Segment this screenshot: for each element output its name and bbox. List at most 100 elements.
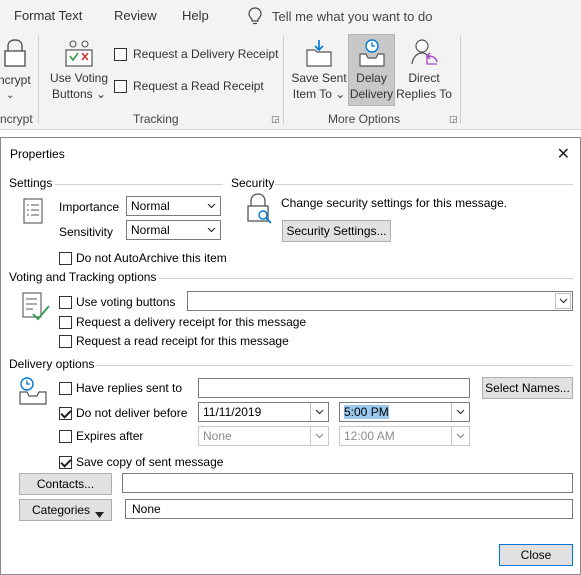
save-sent-label-2: Item To ⌄ — [292, 87, 346, 101]
dialog-launcher-icon[interactable]: ◲ — [449, 114, 458, 125]
ribbon: Format Text Review Help Tell me what you… — [0, 0, 581, 130]
have-replies-checkbox[interactable]: Have replies sent to — [59, 381, 182, 395]
deliver-time-select[interactable]: 5:00 PM — [339, 402, 470, 422]
categories-label: Categories — [32, 503, 91, 517]
importance-label: Importance — [59, 200, 120, 214]
close-button[interactable]: Close — [499, 544, 573, 566]
encrypt-group-label: ncrypt — [0, 112, 33, 126]
tell-me-text: Tell me what you want to do — [272, 8, 433, 24]
security-description: Change security settings for this messag… — [281, 196, 508, 210]
deliver-date-select[interactable]: 11/11/2019 — [198, 402, 329, 422]
read-receipt-checkbox[interactable]: Request a read receipt for this message — [59, 334, 289, 348]
voting-icon — [65, 40, 93, 67]
checkbox-box[interactable] — [59, 334, 72, 348]
save-copy-checkbox[interactable]: Save copy of sent message — [59, 455, 223, 469]
section-divider — [275, 184, 573, 185]
delivery-receipt-checkbox[interactable]: Request a delivery receipt for this mess… — [59, 315, 306, 329]
direct-replies-button[interactable]: Direct Replies To — [396, 38, 452, 102]
section-divider — [159, 278, 573, 279]
save-sent-label-1: Save Sent — [291, 71, 347, 85]
do-not-deliver-before-label: Do not deliver before — [76, 406, 188, 420]
delivery-options-icon — [19, 377, 47, 405]
chevron-down-icon — [202, 197, 220, 215]
chevron-down-icon — [555, 293, 571, 309]
tab-format-text[interactable]: Format Text — [14, 8, 82, 23]
checkbox-box-checked[interactable] — [59, 455, 72, 469]
expires-after-label: Expires after — [76, 429, 144, 443]
use-voting-label-1: Use Voting — [49, 71, 109, 85]
use-voting-label-2: Buttons ⌄ — [51, 87, 107, 101]
chevron-down-icon — [451, 427, 469, 445]
deliver-time-value: 5:00 PM — [344, 405, 389, 419]
expires-date-value: None — [203, 429, 232, 443]
expires-after-checkbox[interactable]: Expires after — [59, 429, 143, 443]
checkbox-box[interactable] — [59, 295, 72, 309]
use-voting-label: Use voting buttons — [76, 295, 176, 309]
more-options-group-label: More Options — [328, 112, 401, 126]
sensitivity-select[interactable]: Normal — [126, 220, 221, 240]
expires-time-select: 12:00 AM — [339, 426, 470, 446]
encrypt-label: ncrypt — [0, 73, 31, 87]
chevron-down-icon — [310, 427, 328, 445]
close-icon[interactable]: ✕ — [557, 144, 570, 164]
settings-list-icon — [23, 198, 43, 224]
security-lock-icon — [247, 193, 272, 224]
use-voting-buttons[interactable]: Use Voting Buttons ⌄ — [48, 38, 110, 102]
have-replies-label: Have replies sent to — [76, 381, 183, 395]
save-sent-item-button[interactable]: Save Sent Item To ⌄ — [291, 38, 347, 102]
replies-to-input[interactable] — [198, 378, 470, 398]
contacts-input[interactable] — [122, 473, 573, 493]
tell-me-search[interactable]: Tell me what you want to do — [248, 7, 432, 25]
voting-options-select[interactable] — [187, 291, 573, 311]
use-voting-checkbox[interactable]: Use voting buttons — [59, 295, 175, 309]
voting-section-title: Voting and Tracking options — [9, 270, 157, 284]
delay-delivery-label-1: Delay — [356, 71, 387, 85]
dialog-title: Properties — [10, 147, 65, 161]
expires-time-value: 12:00 AM — [344, 429, 395, 443]
importance-value: Normal — [131, 199, 170, 213]
checkbox-box[interactable] — [59, 381, 72, 395]
importance-select[interactable]: Normal — [126, 196, 221, 216]
voting-tracking-icon — [22, 292, 50, 321]
categories-input[interactable]: None — [125, 499, 573, 519]
save-sent-folder-icon — [306, 40, 332, 67]
autoarchive-checkbox[interactable]: Do not AutoArchive this item — [59, 251, 227, 265]
autoarchive-label: Do not AutoArchive this item — [76, 251, 227, 265]
chevron-down-icon — [451, 403, 469, 421]
properties-dialog: Properties ✕ Settings Importance Normal … — [0, 137, 581, 575]
encrypt-button[interactable]: ncrypt ⌄ — [0, 38, 32, 101]
lightbulb-icon — [248, 7, 262, 25]
read-receipt-label: Request a read receipt for this message — [76, 334, 289, 348]
delivery-receipt-label: Request a delivery receipt for this mess… — [76, 315, 307, 329]
ribbon-delivery-receipt-label: Request a Delivery Receipt — [133, 47, 279, 61]
save-copy-label: Save copy of sent message — [76, 455, 224, 469]
tracking-group-label: Tracking — [133, 112, 179, 126]
deliver-date-value: 11/11/2019 — [203, 405, 262, 419]
delay-delivery-label-2: Delivery — [349, 87, 394, 101]
tab-help[interactable]: Help — [182, 8, 209, 23]
checkbox-box[interactable] — [59, 251, 72, 265]
checkbox-box[interactable] — [59, 315, 72, 329]
security-settings-button[interactable]: Security Settings... — [282, 220, 391, 242]
tab-review[interactable]: Review — [114, 8, 157, 23]
checkbox-box[interactable] — [114, 79, 127, 93]
delay-delivery-button[interactable]: Delay Delivery — [348, 34, 395, 106]
delay-delivery-icon — [358, 39, 385, 67]
caret-down-icon — [95, 507, 104, 521]
categories-button[interactable]: Categories — [19, 499, 112, 521]
settings-section-title: Settings — [9, 176, 53, 190]
checkbox-box[interactable] — [114, 47, 127, 61]
direct-replies-label-2: Replies To — [396, 87, 452, 101]
select-names-button[interactable]: Select Names... — [482, 377, 573, 399]
section-divider — [96, 365, 573, 366]
expires-date-select: None — [198, 426, 329, 446]
ribbon-delivery-receipt-checkbox[interactable]: Request a Delivery Receipt — [114, 47, 278, 61]
chevron-down-icon — [202, 221, 220, 239]
chevron-down-icon — [310, 403, 328, 421]
do-not-deliver-before-checkbox[interactable]: Do not deliver before — [59, 406, 187, 420]
ribbon-read-receipt-checkbox[interactable]: Request a Read Receipt — [114, 79, 264, 93]
checkbox-box-checked[interactable] — [59, 406, 72, 420]
dialog-launcher-icon[interactable]: ◲ — [271, 114, 280, 125]
checkbox-box[interactable] — [59, 429, 72, 443]
contacts-button[interactable]: Contacts... — [19, 473, 112, 495]
